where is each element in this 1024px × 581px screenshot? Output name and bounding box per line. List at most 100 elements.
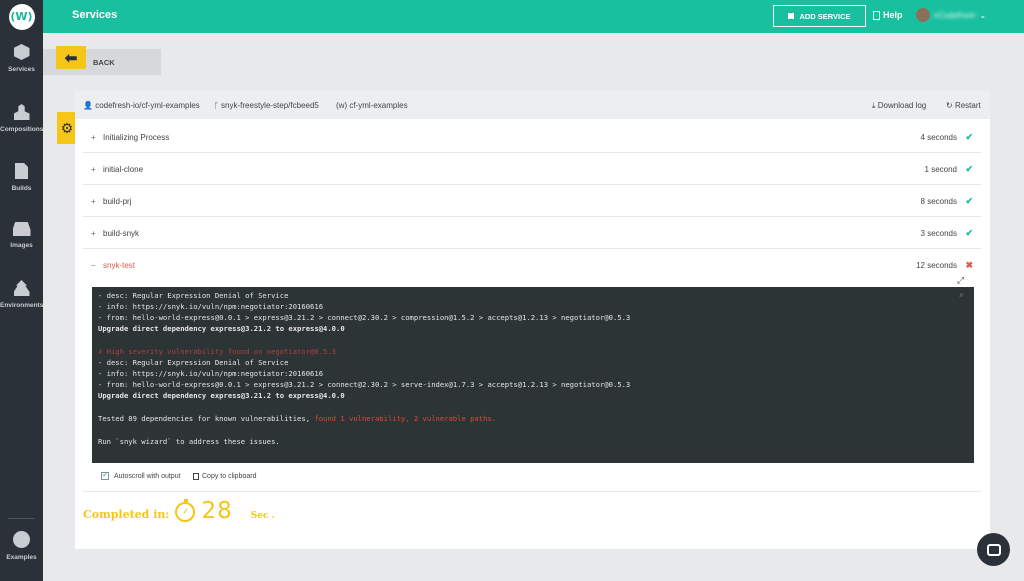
repo-info: 👤 codefresh-io/cf-yml-examples [83, 101, 200, 110]
log-line: Upgrade direct dependency express@3.21.2… [98, 324, 345, 333]
codefresh-icon: (w) [336, 101, 348, 110]
gear-icon[interactable]: ⚙ [57, 112, 77, 144]
chat-icon [986, 543, 1001, 556]
step-name: snyk-test [103, 261, 136, 270]
expand-icon: + [91, 165, 96, 174]
expand-icon: + [91, 133, 96, 142]
autoscroll-checkbox[interactable]: Autoscroll with output [101, 470, 181, 480]
branch-name: snyk-freestyle-step/fcbeed5 [221, 101, 319, 110]
step-row[interactable]: + initial-clone 1 second ✔ [83, 153, 981, 185]
clipboard-icon [193, 473, 199, 480]
step-duration: 12 seconds [916, 261, 957, 270]
collapse-icon: − [91, 261, 96, 270]
check-icon: ✔ [965, 164, 973, 174]
check-icon: ✔ [965, 228, 973, 238]
restart-button[interactable]: ↻ Restart [946, 101, 981, 110]
search-icon[interactable]: ⌕ [959, 291, 964, 301]
help-doc-icon [873, 10, 880, 20]
back-label: BACK [93, 58, 115, 67]
step-name: initial-clone [103, 165, 144, 174]
cube-icon [13, 44, 30, 60]
upload-icon [13, 280, 30, 296]
log-text-red: found 1 vulnerability, 2 vulnerable path… [314, 414, 497, 423]
sidebar-item-label: Compositions [0, 126, 44, 133]
add-service-button[interactable]: ADD SERVICE [773, 5, 866, 27]
log-line: - info: https://snyk.io/vuln/npm:negotia… [98, 302, 324, 311]
completed-label: Completed in: [83, 508, 170, 521]
step-name: build-prj [103, 197, 132, 206]
sidebar-item-label: Builds [11, 185, 32, 192]
expand-icon: + [91, 197, 96, 206]
step-duration: 3 seconds [920, 229, 957, 238]
check-icon: ✔ [965, 196, 973, 206]
sidebar-item-compositions[interactable]: Compositions [0, 104, 43, 154]
completed-value: 28 [201, 498, 233, 524]
branch-icon: ᚴ [214, 101, 219, 110]
log-line: - from: hello-world-express@0.0.1 > expr… [98, 380, 631, 389]
checkbox-checked [101, 470, 109, 480]
back-arrow-icon: ⬅ [56, 46, 86, 69]
log-line: Run `snyk wizard` to address these issue… [98, 437, 280, 446]
sidebar-item-label: Images [10, 242, 33, 249]
download-log-button[interactable]: ⤓ Download log [872, 101, 926, 111]
sidebar-item-label: Examples [6, 554, 37, 561]
codefresh-logo[interactable]: (W) [0, 0, 43, 33]
service-info: (w) cf-yml-examples [336, 101, 408, 110]
step-name: Initializing Process [103, 133, 170, 142]
log-line: ✗ High severity vulnerability found on n… [98, 347, 336, 356]
step-duration: 8 seconds [920, 197, 957, 206]
sidebar-item-environments[interactable]: Environments [0, 280, 43, 330]
completed-time: Completed in: 28 Sec . [83, 498, 275, 524]
stopwatch-icon [175, 499, 196, 522]
step-row[interactable]: + build-prj 8 seconds ✔ [83, 185, 981, 217]
service-name: cf-yml-examples [349, 101, 408, 110]
check-icon: ✔ [965, 132, 973, 142]
sidebar-item-label: Environments [0, 302, 44, 309]
user-menu[interactable]: nCodefresh ⌄ [916, 8, 986, 22]
username: nCodefresh [934, 10, 976, 20]
divider [83, 491, 981, 492]
copy-to-clipboard-button[interactable]: Copy to clipboard [193, 473, 256, 480]
step-row[interactable]: + build-snyk 3 seconds ✔ [83, 217, 981, 249]
autoscroll-label: Autoscroll with output [114, 472, 181, 480]
restart-icon: ↻ [946, 101, 953, 110]
log-text: Tested 89 dependencies for known vulnera… [98, 414, 315, 423]
restart-label: Restart [954, 101, 981, 110]
log-line: - from: hello-world-express@0.0.1 > expr… [98, 313, 631, 322]
drive-icon [12, 222, 31, 236]
log-line: - desc: Regular Expression Denial of Ser… [98, 291, 289, 300]
help-link[interactable]: Help [873, 10, 903, 20]
avatar [916, 8, 930, 22]
log-line: - info: https://snyk.io/vuln/npm:negotia… [98, 369, 324, 378]
build-panel: 👤 codefresh-io/cf-yml-examples ᚴ snyk-fr… [75, 91, 990, 549]
step-row[interactable]: + Initializing Process 4 seconds ✔ [83, 121, 981, 153]
eye-icon [13, 531, 30, 548]
sidebar-item-images[interactable]: Images [0, 222, 43, 272]
sidebar: (W) Services Compositions Builds Images … [0, 0, 43, 581]
log-line: - desc: Regular Expression Denial of Ser… [98, 358, 289, 367]
sidebar-item-services[interactable]: Services [0, 44, 43, 94]
copy-label: Copy to clipboard [202, 473, 257, 480]
help-label: Help [883, 10, 903, 20]
sidebar-item-builds[interactable]: Builds [0, 163, 43, 213]
chevron-down-icon: ⌄ [979, 10, 987, 20]
log-terminal[interactable]: ⌕ - desc: Regular Expression Denial of S… [92, 287, 974, 463]
page-title: Services [72, 9, 118, 21]
step-duration: 4 seconds [920, 133, 957, 142]
fail-icon: ✖ [965, 260, 973, 270]
expand-icon: + [91, 229, 96, 238]
branch-info: ᚴ snyk-freestyle-step/fcbeed5 [214, 101, 319, 110]
sidebar-item-label: Services [8, 66, 35, 73]
sidebar-item-examples[interactable]: Examples [0, 531, 43, 581]
step-duration: 1 second [924, 165, 957, 174]
download-log-label: Download log [877, 101, 927, 110]
back-button[interactable]: ⬅ BACK [43, 46, 161, 75]
fullscreen-icon[interactable]: ⤢ [957, 275, 964, 286]
chat-button[interactable] [977, 533, 1010, 566]
sidebar-divider [8, 518, 35, 519]
repo-name: codefresh-io/cf-yml-examples [95, 101, 200, 110]
step-row[interactable]: − snyk-test 12 seconds ✖ [83, 249, 981, 281]
top-header: Services ADD SERVICE Help nCodefresh ⌄ [43, 0, 1024, 33]
cubes-icon [13, 104, 30, 120]
download-icon: ⤓ [872, 101, 876, 110]
